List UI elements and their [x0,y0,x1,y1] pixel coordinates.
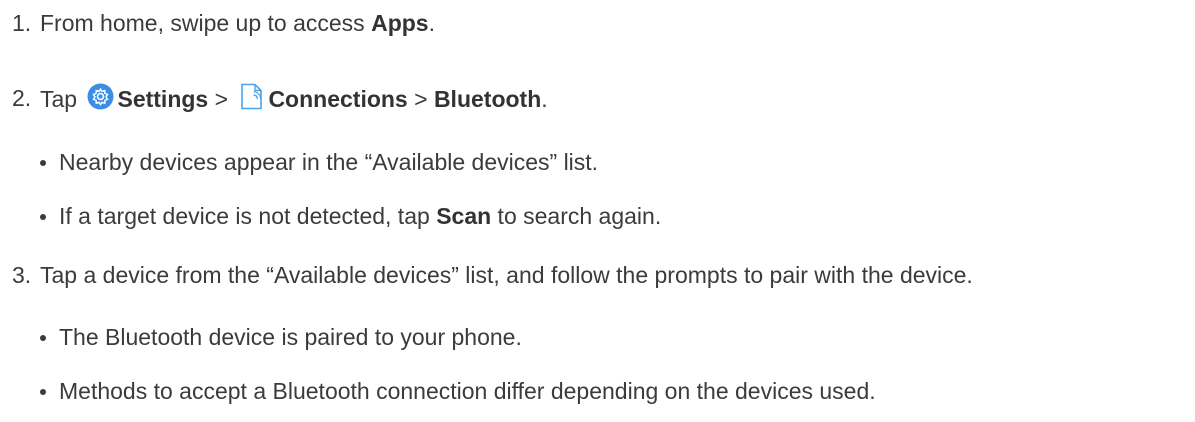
step-text: From home, swipe up to access Apps. [40,10,435,36]
bullet-dot [40,389,46,395]
bullet-dot [40,335,46,341]
step-number: 3. [12,262,32,288]
bluetooth-label: Bluetooth [433,86,542,112]
step-text: Tap Settings > Connections > Bluetooth. [40,83,548,114]
bullet-text: Methods to accept a Bluetooth connection… [59,378,876,404]
settings-gear-icon [87,83,114,110]
scan-label: Scan [436,203,492,229]
settings-label: Settings [117,86,209,112]
connections-icon [238,83,265,110]
bullet-dot [40,160,46,166]
bullet-dot [40,214,46,220]
connections-label: Connections [268,86,408,112]
step-number: 2. [12,85,32,111]
step-number: 1. [12,10,32,36]
bullet-text: If a target device is not detected, tap … [59,203,662,229]
step-text: Tap a device from the “Available devices… [40,262,973,288]
bullet-text: The Bluetooth device is paired to your p… [59,324,522,350]
bullet-text: Nearby devices appear in the “Available … [59,149,599,175]
apps-label: Apps [371,10,429,36]
